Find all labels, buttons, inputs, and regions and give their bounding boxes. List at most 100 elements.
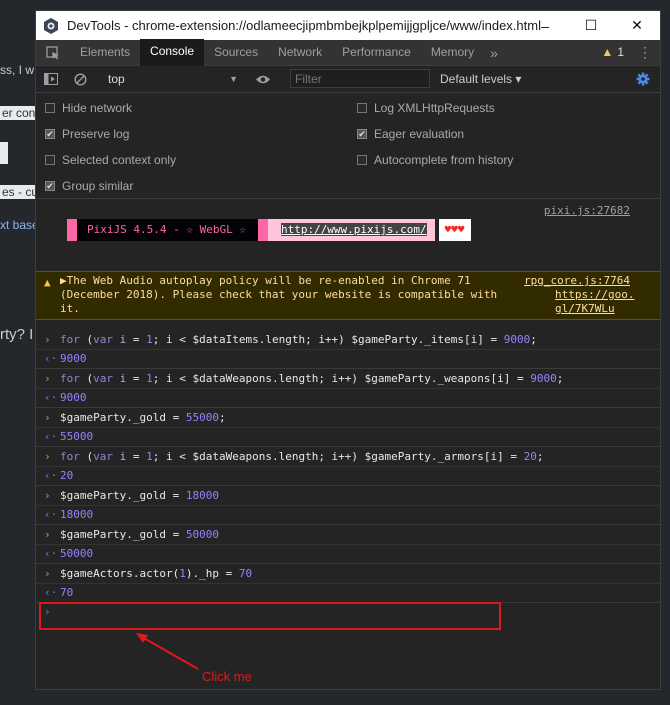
selected-context-only-option[interactable]: Selected context only [45, 152, 176, 168]
result-arrow-icon: ‹· [44, 352, 58, 365]
context-selector[interactable]: top ▼ [100, 66, 240, 92]
annotation-arrow-icon [136, 633, 199, 670]
command-code[interactable]: for (var i = 1; i < $dataWeapons.length;… [60, 369, 563, 388]
checkbox-checked[interactable]: ✔ [45, 129, 55, 139]
result-value[interactable]: 55000 [60, 427, 93, 446]
autocomplete-from-history-option[interactable]: Autocomplete from history [357, 152, 513, 168]
checkbox[interactable] [357, 103, 367, 113]
source-link[interactable]: rpg_core.js:7764 [524, 274, 630, 287]
warning-count-badge[interactable]: ▲ 1 [601, 40, 624, 65]
result-value[interactable]: 9000 [60, 388, 87, 407]
window-title: DevTools - chrome-extension://odlameecji… [67, 18, 541, 33]
console-command: › $gameParty._gold = 55000; [36, 408, 660, 428]
tab-memory[interactable]: Memory [421, 40, 484, 65]
console-command: › for (var i = 1; i < $dataWeapons.lengt… [36, 369, 660, 389]
command-code[interactable]: $gameActors.actor(1)._hp = 70 [60, 564, 252, 583]
prompt-chevron-icon: › [44, 528, 51, 541]
source-link[interactable]: pixi.js:27682 [544, 204, 630, 217]
inspect-element-icon[interactable] [36, 40, 70, 65]
prompt-chevron-icon: › [44, 450, 51, 463]
result-arrow-icon: ‹· [44, 430, 58, 443]
background-link: xt base [0, 218, 39, 232]
clear-console-icon[interactable] [74, 66, 87, 92]
result-value[interactable]: 9000 [60, 349, 87, 368]
group-similar-option[interactable]: ✔ Group similar [45, 178, 133, 194]
more-tabs-button[interactable]: » [484, 45, 504, 61]
console-output: pixi.js:27682 PixiJS 4.5.4 - ☆ WebGL ☆ h… [36, 199, 660, 689]
console-command: › for (var i = 1; i < $dataItems.length;… [36, 330, 660, 350]
devtools-window: DevTools - chrome-extension://odlameecji… [35, 10, 661, 690]
result-arrow-icon: ‹· [44, 586, 58, 599]
console-command: › $gameActors.actor(1)._hp = 70 [36, 564, 660, 584]
console-settings-gear-icon[interactable] [636, 66, 650, 92]
tab-performance[interactable]: Performance [332, 40, 421, 65]
tab-sources[interactable]: Sources [204, 40, 268, 65]
pixi-banner: PixiJS 4.5.4 - ☆ WebGL ☆ http://www.pixi… [67, 219, 471, 241]
console-toolbar: top ▼ Default levels ▾ [36, 66, 660, 93]
result-arrow-icon: ‹· [44, 547, 58, 560]
log-levels-dropdown[interactable]: Default levels ▾ [440, 66, 521, 92]
log-xmlhttprequests-option[interactable]: Log XMLHttpRequests [357, 100, 495, 116]
command-code[interactable]: $gameParty._gold = 50000 [60, 525, 219, 544]
prompt-chevron-icon: › [44, 411, 51, 424]
prompt-chevron-icon: › [44, 333, 51, 346]
show-sidebar-icon[interactable] [44, 66, 58, 92]
option-label: Log XMLHttpRequests [374, 101, 495, 115]
result-value[interactable]: 50000 [60, 544, 93, 563]
preserve-log-option[interactable]: ✔ Preserve log [45, 126, 129, 142]
tab-elements[interactable]: Elements [70, 40, 140, 65]
checkbox-checked[interactable]: ✔ [45, 181, 55, 191]
tab-network[interactable]: Network [268, 40, 332, 65]
filter-input[interactable] [290, 69, 430, 88]
maximize-button[interactable]: ☐ [568, 11, 614, 40]
console-command: › $gameParty._gold = 18000 [36, 486, 660, 506]
result-value[interactable]: 20 [60, 466, 73, 485]
console-command: › for (var i = 1; i < $dataWeapons.lengt… [36, 447, 660, 467]
pixi-url-link[interactable]: http://www.pixijs.com/ [280, 223, 427, 236]
close-button[interactable]: ✕ [614, 11, 660, 40]
pixi-version: PixiJS 4.5.4 - ☆ WebGL ☆ [77, 219, 258, 241]
option-label: Eager evaluation [374, 127, 465, 141]
more-options-icon[interactable]: ⋮ [638, 40, 652, 65]
console-warning: ▲ ▶The Web Audio autoplay policy will be… [36, 271, 660, 320]
hide-network-option[interactable]: Hide network [45, 100, 132, 116]
console-result: ‹· 55000 [36, 427, 660, 447]
checkbox[interactable] [45, 103, 55, 113]
result-arrow-icon: ‹· [44, 508, 58, 521]
result-arrow-icon: ‹· [44, 469, 58, 482]
background-button [0, 142, 8, 164]
prompt-chevron-icon: › [44, 567, 51, 580]
warning-count: 1 [617, 45, 624, 59]
result-value[interactable]: 70 [60, 583, 73, 602]
pixi-url-box: http://www.pixijs.com/ [272, 219, 435, 241]
warning-text[interactable]: ▶The Web Audio autoplay policy will be r… [60, 274, 515, 316]
background-text: rty? I [0, 326, 34, 343]
option-label: Hide network [62, 101, 133, 115]
console-result: ‹· 50000 [36, 544, 660, 564]
command-code[interactable]: for (var i = 1; i < $dataWeapons.length;… [60, 447, 544, 466]
live-expression-eye-icon[interactable] [255, 66, 271, 92]
result-arrow-icon: ‹· [44, 391, 58, 404]
background-button: er con [0, 106, 38, 120]
console-message-pixi: pixi.js:27682 PixiJS 4.5.4 - ☆ WebGL ☆ h… [36, 199, 660, 265]
background-text: ss, I w [0, 63, 35, 77]
console-result: ‹· 9000 [36, 388, 660, 408]
checkbox-checked[interactable]: ✔ [357, 129, 367, 139]
minimize-button[interactable]: – [522, 11, 568, 40]
prompt-chevron-icon: › [44, 372, 51, 385]
console-result: ‹· 20 [36, 466, 660, 486]
eager-evaluation-option[interactable]: ✔ Eager evaluation [357, 126, 464, 142]
prompt-chevron-icon: › [44, 489, 51, 502]
tab-console[interactable]: Console [140, 39, 205, 66]
checkbox[interactable] [45, 155, 55, 165]
checkbox[interactable] [357, 155, 367, 165]
command-code[interactable]: $gameParty._gold = 55000; [60, 408, 226, 427]
result-value[interactable]: 18000 [60, 505, 93, 524]
warning-help-link[interactable]: https://goo.gl/7K7WLu [555, 288, 635, 316]
command-code[interactable]: $gameParty._gold = 18000 [60, 486, 219, 505]
background-button: es - cu [0, 185, 41, 199]
annotation-highlight-box [39, 602, 501, 630]
option-label: Preserve log [62, 127, 130, 141]
command-code[interactable]: for (var i = 1; i < $dataItems.length; i… [60, 330, 537, 349]
warning-icon: ▲ [601, 45, 614, 59]
